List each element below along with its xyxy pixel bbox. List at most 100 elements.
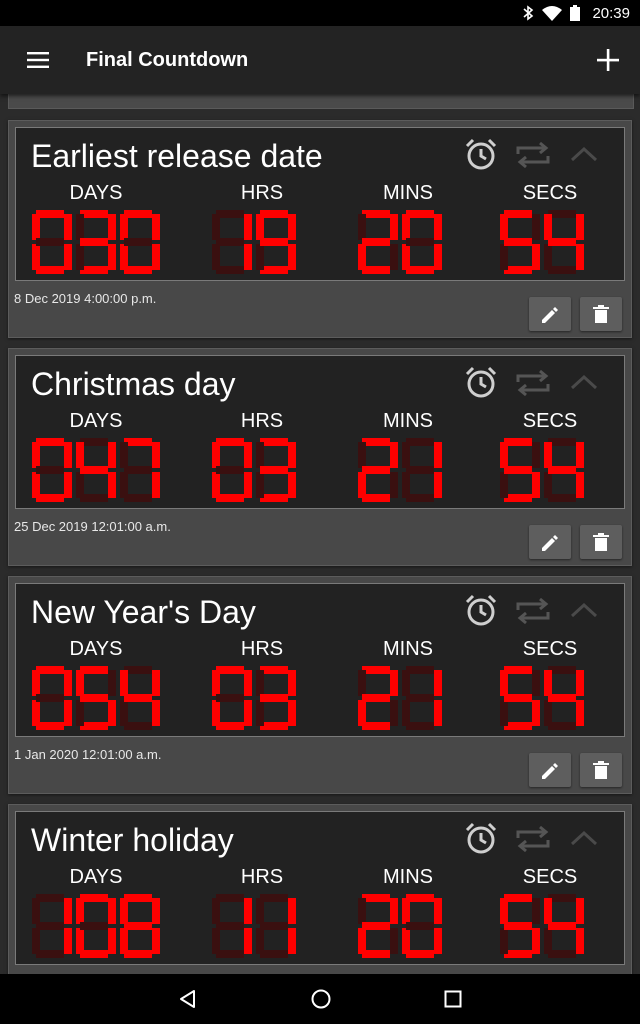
collapse-icon[interactable]: [568, 138, 600, 172]
back-icon[interactable]: [178, 989, 198, 1009]
segment-c: [152, 928, 160, 954]
segment-a: [504, 666, 532, 674]
segment-g: [260, 694, 288, 702]
digits-secs: [500, 894, 584, 958]
segment-e: [402, 244, 410, 270]
alarm-icon[interactable]: [464, 594, 498, 628]
segment-c: [576, 928, 584, 954]
unit-label-secs: SECS: [522, 866, 578, 888]
segment-e: [212, 244, 220, 270]
unit-days: DAYS: [32, 180, 160, 276]
segment-a: [80, 894, 108, 902]
unit-mins: MINS: [358, 408, 458, 504]
pencil-icon: [542, 763, 558, 779]
segment-b: [532, 670, 540, 696]
home-icon[interactable]: [310, 988, 332, 1010]
repeat-icon[interactable]: [514, 138, 552, 172]
segment-a: [362, 894, 390, 902]
edit-button[interactable]: [529, 753, 571, 787]
digit-4: [76, 438, 116, 502]
segment-g: [36, 922, 64, 930]
digit-4: [544, 438, 584, 502]
segment-a: [548, 210, 576, 218]
segment-d: [216, 722, 244, 730]
segment-g: [362, 466, 390, 474]
segment-e: [402, 700, 410, 726]
segment-c: [64, 700, 72, 726]
alarm-icon[interactable]: [464, 366, 498, 400]
repeat-icon[interactable]: [514, 594, 552, 628]
segment-c: [288, 700, 296, 726]
pencil-icon: [542, 535, 558, 551]
segment-b: [434, 214, 442, 240]
delete-button[interactable]: [580, 753, 622, 787]
segment-f: [358, 670, 366, 696]
unit-secs: SECS: [500, 180, 600, 276]
segment-c: [244, 700, 252, 726]
segment-e: [544, 244, 552, 270]
unit-label-mins: MINS: [383, 410, 433, 432]
segment-a: [260, 438, 288, 446]
countdown-target-date: 1 Jan 2020 12:01:00 a.m.: [14, 747, 162, 762]
segment-d: [124, 266, 152, 274]
edit-button[interactable]: [529, 297, 571, 331]
menu-button[interactable]: [0, 26, 76, 94]
segment-b: [434, 442, 442, 468]
countdown-card[interactable]: Christmas day DAYS HRS MINS SECS 25 Dec 2019 …: [8, 348, 632, 566]
wifi-icon: [542, 6, 563, 21]
unit-days: DAYS: [32, 864, 160, 960]
repeat-icon[interactable]: [514, 822, 552, 856]
segment-b: [532, 442, 540, 468]
segment-e: [358, 928, 366, 954]
delete-button[interactable]: [580, 525, 622, 559]
segment-d: [216, 950, 244, 958]
digit-1: [402, 666, 442, 730]
add-icon: [597, 49, 619, 71]
segment-e: [256, 472, 264, 498]
segment-d: [548, 722, 576, 730]
segment-c: [108, 472, 116, 498]
segment-b: [390, 214, 398, 240]
segment-e: [32, 928, 40, 954]
collapse-icon[interactable]: [568, 366, 600, 400]
segment-a: [124, 210, 152, 218]
recents-icon[interactable]: [444, 990, 462, 1008]
trash-icon: [593, 533, 609, 551]
segment-f: [212, 670, 220, 696]
unit-secs: SECS: [500, 864, 600, 960]
countdown-list[interactable]: Earliest release date DAYS HRS MINS SECS 8 De…: [0, 94, 640, 974]
alarm-icon[interactable]: [464, 138, 498, 172]
segment-a: [260, 666, 288, 674]
segment-a: [80, 666, 108, 674]
segment-e: [402, 472, 410, 498]
collapse-icon[interactable]: [568, 594, 600, 628]
segment-f: [212, 214, 220, 240]
unit-label-days: DAYS: [69, 866, 123, 888]
segment-g: [80, 922, 108, 930]
repeat-icon[interactable]: [514, 366, 552, 400]
segment-b: [434, 898, 442, 924]
segment-f: [358, 442, 366, 468]
countdown-card[interactable]: Winter holiday DAYS HRS MINS SECS: [8, 804, 632, 974]
segment-a: [260, 210, 288, 218]
digit-0: [212, 438, 252, 502]
countdown-target-date: 8 Dec 2019 4:00:00 p.m.: [14, 291, 157, 306]
segment-d: [260, 722, 288, 730]
countdown-card[interactable]: Earliest release date DAYS HRS MINS SECS 8 De…: [8, 120, 632, 338]
segment-f: [32, 670, 40, 696]
delete-button[interactable]: [580, 297, 622, 331]
collapse-icon[interactable]: [568, 822, 600, 856]
segment-c: [244, 472, 252, 498]
segment-e: [32, 472, 40, 498]
unit-hrs: HRS: [212, 408, 312, 504]
alarm-icon[interactable]: [464, 822, 498, 856]
unit-hrs: HRS: [212, 864, 312, 960]
segment-g: [80, 238, 108, 246]
segment-e: [32, 700, 40, 726]
navigation-bar: [0, 974, 640, 1024]
edit-button[interactable]: [529, 525, 571, 559]
segment-f: [544, 442, 552, 468]
add-countdown-button[interactable]: [576, 26, 640, 94]
segment-f: [256, 898, 264, 924]
countdown-card[interactable]: New Year's Day DAYS HRS MINS SECS 1 Jan 2020 …: [8, 576, 632, 794]
